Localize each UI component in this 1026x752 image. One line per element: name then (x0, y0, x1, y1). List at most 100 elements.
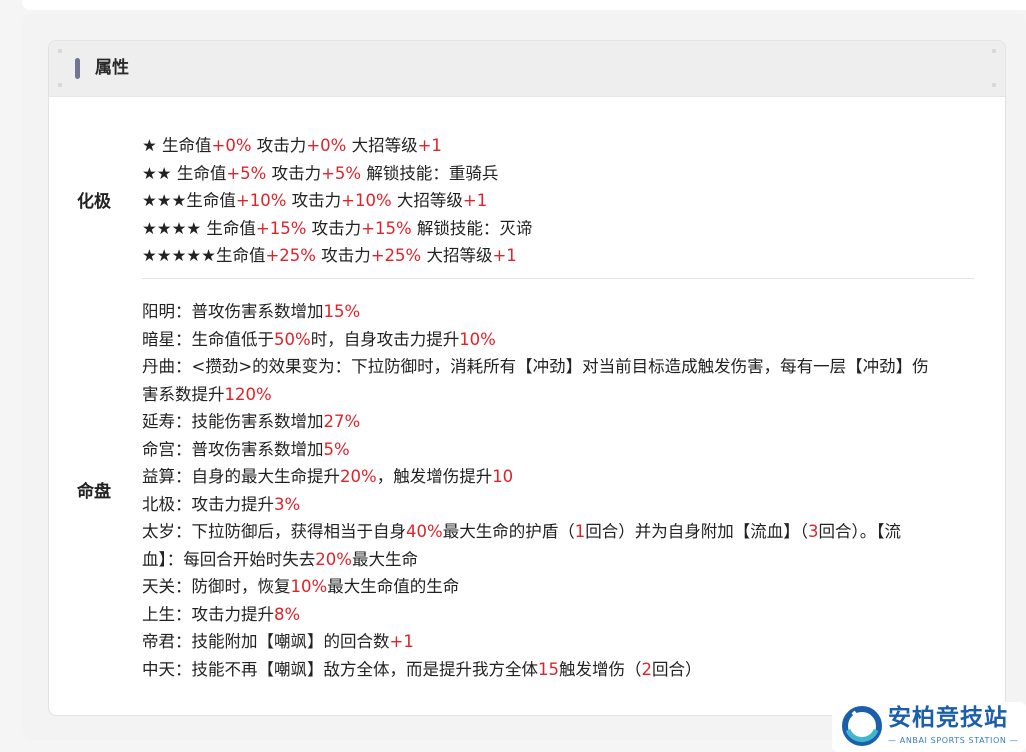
mingpan-line: 上生：攻击力提升8% (142, 601, 977, 629)
huaji-line: ★ 生命值+0% 攻击力+0% 大招等级+1 (142, 132, 977, 160)
line-text: 攻击力 (306, 218, 362, 238)
highlight-value: +1 (389, 632, 414, 651)
highlight-value: 5% (323, 439, 350, 459)
mingpan-line: 血】：每回合开始时失去20%最大生命 (142, 546, 977, 574)
top-strip (22, 0, 1026, 10)
line-text: 中天：技能不再【嘲飒】敌方全体，而是提升我方全体 (142, 659, 538, 679)
mingpan-line: 益算：自身的最大生命提升20%，触发增伤提升10 (142, 463, 977, 491)
huaji-lines: ★ 生命值+0% 攻击力+0% 大招等级+1 ★★ 生命值+5% 攻击力+5% 解… (142, 132, 977, 270)
highlight-value: 8% (274, 604, 301, 624)
highlight-value: 20% (340, 467, 377, 486)
line-text: 帝君：技能附加【嘲飒】的回合数 (142, 632, 390, 651)
highlight-value: 10% (290, 577, 328, 596)
huaji-label: 化极 (77, 192, 111, 212)
huaji-line: ★★★★★生命值+25% 攻击力+25% 大招等级+1 (142, 242, 977, 270)
line-text: ★★★生命值 (142, 191, 236, 210)
highlight-value: 27% (323, 412, 361, 431)
line-text: 益算：自身的最大生命提升 (142, 467, 340, 486)
corner-dot (58, 49, 62, 53)
mingpan-line: 中天：技能不再【嘲飒】敌方全体，而是提升我方全体15触发增伤（2回合） (142, 656, 977, 684)
line-text: 最大生命值的生命 (327, 577, 460, 596)
card-header: 属性 (49, 41, 1005, 97)
corner-dot (992, 83, 996, 87)
highlight-value: +15% (255, 218, 307, 238)
highlight-value: +10% (341, 191, 392, 210)
anbai-logo-icon (842, 706, 882, 746)
line-text: ★★ 生命值 (142, 163, 227, 183)
line-text: 解锁技能：重骑兵 (361, 163, 499, 183)
row-divider (142, 278, 974, 279)
highlight-value: 15% (323, 302, 361, 321)
huaji-line: ★★★★ 生命值+15% 攻击力+15% 解锁技能：灭谛 (142, 215, 977, 243)
huaji-line: ★★ 生命值+5% 攻击力+5% 解锁技能：重骑兵 (142, 160, 977, 188)
highlight-value: 3% (274, 494, 301, 514)
line-text: 大招等级 (421, 246, 493, 265)
line-text: 血】：每回合开始时失去 (142, 549, 316, 569)
mingpan-line: 丹曲：<攒劲>的效果变为：下拉防御时，消耗所有【冲劲】对当前目标造成触发伤害，每… (142, 353, 977, 381)
highlight-value: +5% (321, 163, 362, 183)
highlight-value: +0% (211, 136, 252, 155)
huaji-line: ★★★生命值+10% 攻击力+10% 大招等级+1 (142, 187, 977, 215)
line-text: 攻击力 (286, 191, 342, 210)
line-text: ★★★★★生命值 (142, 246, 266, 265)
line-text: 大招等级 (391, 191, 463, 210)
mingpan-line: 暗星：生命值低于50%时，自身攻击力提升10% (142, 326, 977, 354)
mingpan-line: 阳明：普攻伤害系数增加15% (142, 298, 977, 326)
line-text: 攻击力 (251, 136, 307, 155)
highlight-value: 20% (315, 549, 352, 569)
highlight-value: 1 (574, 522, 586, 541)
line-text: 攻击力 (315, 246, 371, 265)
highlight-value: 10% (459, 329, 496, 349)
highlight-value: 3 (807, 522, 819, 541)
line-text: 命宫：普攻伤害系数增加 (142, 439, 324, 459)
highlight-value: +25% (370, 246, 422, 265)
highlight-value: 40% (406, 522, 443, 541)
highlight-value: 2 (641, 659, 653, 679)
mingpan-line: 北极：攻击力提升3% (142, 491, 977, 519)
mingpan-line: 延寿：技能伤害系数增加27% (142, 408, 977, 436)
line-text: 大招等级 (346, 136, 418, 155)
line-text: ★ 生命值 (142, 136, 212, 155)
line-text: ★★★★ 生命值 (142, 218, 256, 238)
mingpan-label: 命盘 (77, 482, 111, 502)
header-accent-bar (75, 58, 80, 79)
line-text: 解锁技能：灭谛 (411, 218, 533, 238)
line-text: 回合） (652, 659, 702, 679)
watermark-name: 安柏竞技站 (888, 705, 1008, 731)
line-text: 天关：防御时，恢复 (142, 577, 291, 596)
mingpan-line: 命宫：普攻伤害系数增加5% (142, 436, 977, 464)
highlight-value: 120% (224, 384, 272, 404)
line-text: 回合）。【流 (818, 522, 901, 541)
line-text: 上生：攻击力提升 (142, 604, 274, 624)
highlight-value: 10 (492, 467, 514, 486)
mingpan-line: 天关：防御时，恢复10%最大生命值的生命 (142, 573, 977, 601)
line-text: 阳明：普攻伤害系数增加 (142, 302, 324, 321)
line-text: 攻击力 (266, 163, 322, 183)
line-text: 最大生命的护盾（ (442, 522, 575, 541)
line-text: 害系数提升 (142, 384, 225, 404)
line-text: 回合）并为自身附加【流血】（ (585, 522, 808, 541)
line-text: 暗星：生命值低于 (142, 329, 274, 349)
line-text: 太岁：下拉防御后，获得相当于自身 (142, 522, 406, 541)
mingpan-line: 害系数提升120% (142, 381, 977, 409)
section-title: 属性 (95, 58, 129, 78)
highlight-value: +10% (235, 191, 287, 210)
corner-dot (58, 83, 62, 87)
line-text: 延寿：技能伤害系数增加 (142, 412, 324, 431)
mingpan-line: 帝君：技能附加【嘲飒】的回合数+1 (142, 628, 977, 656)
highlight-value: +1 (462, 191, 488, 210)
line-text: 丹曲：<攒劲>的效果变为：下拉防御时，消耗所有【冲劲】对当前目标造成触发伤害，每… (142, 357, 929, 376)
highlight-value: +25% (265, 246, 316, 265)
highlight-value: +15% (361, 218, 412, 238)
highlight-value: +1 (417, 136, 442, 155)
mingpan-line: 太岁：下拉防御后，获得相当于自身40%最大生命的护盾（1回合）并为自身附加【流血… (142, 518, 977, 546)
line-text: 触发增伤（ (559, 659, 642, 679)
line-text: 北极：攻击力提升 (142, 494, 274, 514)
highlight-value: 50% (274, 329, 311, 349)
highlight-value: 15 (538, 659, 559, 679)
line-text: 最大生命 (351, 549, 418, 569)
line-text: 时，自身攻击力提升 (310, 329, 460, 349)
highlight-value: +1 (492, 246, 517, 265)
highlight-value: +0% (306, 136, 347, 155)
watermark-subtitle: — ANBAI SPORTS STATION — (888, 736, 1019, 745)
